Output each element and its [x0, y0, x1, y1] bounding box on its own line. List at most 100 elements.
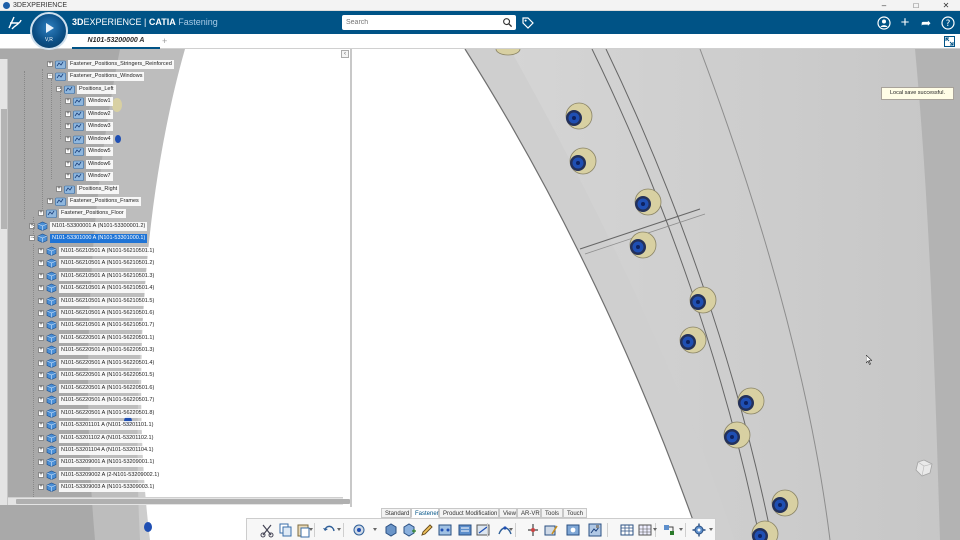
search-input[interactable]: [346, 16, 496, 29]
chevron-down-icon[interactable]: [373, 528, 377, 531]
expand-icon[interactable]: +: [29, 222, 35, 229]
expand-icon[interactable]: +: [38, 347, 44, 354]
expand-icon[interactable]: +: [38, 372, 44, 379]
tree-node-label[interactable]: Positions_Right: [77, 184, 120, 194]
tree-node[interactable]: + N101-56210501 A (N101-56210501.1): [38, 246, 278, 257]
fastener-1[interactable]: [565, 102, 593, 130]
tree-horizontal-scrollbar[interactable]: [8, 497, 350, 505]
expand-icon[interactable]: +: [47, 197, 53, 204]
tree-node[interactable]: − Fastener_Positions_Windows: [47, 71, 287, 82]
tree-node[interactable]: + N101-56220501 A (N101-56220501.3): [38, 345, 278, 356]
tree-node[interactable]: + Positions_Right: [56, 184, 296, 195]
tree-node-label[interactable]: N101-56220501 A (N101-56220501.3): [59, 346, 157, 356]
expand-icon[interactable]: +: [38, 434, 44, 441]
tree-node-label[interactable]: Fastener_Positions_Floor: [59, 209, 126, 219]
tree-node[interactable]: + N101-56210501 A (N101-56210501.4): [38, 283, 278, 294]
fastener-8[interactable]: [723, 421, 751, 449]
tree-node[interactable]: + N101-56210501 A (N101-56210501.7): [38, 320, 278, 331]
tab-ar-vr[interactable]: AR-VR: [517, 508, 541, 518]
tree-horizontal-scroll-thumb[interactable]: [16, 499, 350, 504]
tree-node-label[interactable]: N101-56220501 A (N101-56220501.4): [59, 358, 157, 368]
tree-node-label[interactable]: Window6: [86, 159, 113, 169]
tree-node-label[interactable]: Fastener_Positions_Stringers_Reinforced: [68, 60, 174, 69]
fastener-4[interactable]: [629, 231, 657, 259]
fullscreen-icon[interactable]: [944, 36, 955, 47]
expand-icon[interactable]: +: [65, 110, 71, 117]
tree-node[interactable]: − Positions_Left: [56, 84, 296, 95]
tree-node[interactable]: + N101-53201104 A (N101-53201104.1): [38, 445, 278, 456]
robot-icon[interactable]: [912, 456, 936, 478]
tree-node[interactable]: + Window4: [65, 134, 305, 145]
tree-node-label[interactable]: N101-53201102 A (N101-53201102.1): [59, 433, 156, 443]
tree-node[interactable]: + Window3: [65, 121, 305, 132]
tree-node[interactable]: + Window5: [65, 146, 305, 157]
specification-tree[interactable]: + Fastener_Positions_Stringers_Reinforced…: [0, 49, 352, 507]
tree-vertical-scrollbar[interactable]: [0, 59, 8, 505]
search-box[interactable]: [342, 15, 516, 30]
chevron-down-icon[interactable]: [309, 528, 313, 531]
tree-node[interactable]: + N101-53201101 A (N101-53201101.1): [38, 420, 278, 431]
tree-node-label[interactable]: Positions_Left: [77, 84, 116, 94]
tree-node-label[interactable]: N101-53201104 A (N101-53201104.1): [59, 445, 156, 455]
tree-node[interactable]: + Window1: [65, 96, 305, 107]
tree-node-label[interactable]: N101-53301000 A (N101-53301000.1): [50, 234, 148, 244]
measure-icon[interactable]: [525, 522, 541, 538]
expand-icon[interactable]: +: [56, 185, 62, 192]
tag-icon[interactable]: [521, 16, 535, 30]
tree-node[interactable]: + N101-53209002 A (2-N101-53209002.1): [38, 470, 278, 481]
expand-icon[interactable]: +: [38, 397, 44, 404]
expand-icon[interactable]: +: [38, 247, 44, 254]
tree-node-label[interactable]: N101-53209001 A (N101-53209001.1): [59, 458, 157, 468]
fastener-3[interactable]: [634, 188, 662, 216]
help-icon[interactable]: ?: [941, 16, 955, 30]
expand-icon[interactable]: +: [38, 446, 44, 453]
tree-node[interactable]: + Window2: [65, 109, 305, 120]
fastener-tools-icon[interactable]: [661, 522, 677, 538]
chevron-down-icon[interactable]: [679, 528, 683, 531]
tree-node-label[interactable]: N101-56210501 A (N101-56210501.7): [59, 321, 157, 331]
tree-vertical-scroll-thumb[interactable]: [1, 109, 7, 229]
tree-node[interactable]: + N101-56210501 A (N101-56210501.5): [38, 296, 278, 307]
tree-splitter[interactable]: [350, 49, 352, 507]
expand-icon[interactable]: +: [38, 285, 44, 292]
expand-icon[interactable]: +: [38, 384, 44, 391]
tree-node[interactable]: + N101-56210501 A (N101-56210501.6): [38, 308, 278, 319]
expand-icon[interactable]: +: [38, 459, 44, 466]
tree-node-label[interactable]: N101-56210501 A (N101-56210501.3): [59, 271, 157, 281]
compass-widget[interactable]: V,R: [30, 12, 68, 50]
expand-icon[interactable]: +: [38, 322, 44, 329]
tree-node[interactable]: + N101-56210501 A (N101-56210501.2): [38, 258, 278, 269]
cut-icon[interactable]: [259, 522, 275, 538]
expand-icon[interactable]: +: [65, 173, 71, 180]
tree-node-label[interactable]: N101-56220501 A (N101-56220501.8): [59, 408, 157, 418]
tree-node[interactable]: + Fastener_Positions_Stringers_Reinforced: [47, 59, 287, 70]
tree-node[interactable]: + N101-56220501 A (N101-56220501.6): [38, 383, 278, 394]
expand-icon[interactable]: +: [38, 422, 44, 429]
tree-node-label[interactable]: N101-53209002 A (2-N101-53209002.1): [59, 470, 162, 480]
tree-node[interactable]: + N101-53309003 A (N101-53309003.1): [38, 482, 278, 493]
tree-node-label[interactable]: N101-53201101 A (N101-53201101.1): [59, 421, 156, 431]
tab-standard[interactable]: Standard: [381, 508, 411, 518]
expand-icon[interactable]: +: [38, 272, 44, 279]
fastener-edit-icon[interactable]: [543, 522, 559, 538]
tree-node-label[interactable]: N101-56220501 A (N101-56220501.5): [59, 371, 157, 381]
fastener-projection-icon[interactable]: [475, 522, 491, 538]
search-icon[interactable]: [502, 17, 513, 28]
tab-touch[interactable]: Touch: [563, 508, 587, 518]
chevron-down-icon[interactable]: [337, 528, 341, 531]
tree-node-label[interactable]: N101-56220501 A (N101-56220501.6): [59, 383, 157, 393]
tree-node[interactable]: + Fastener_Positions_Floor: [38, 208, 278, 219]
tree-node-label[interactable]: N101-56220501 A (N101-56220501.7): [59, 396, 157, 406]
table-icon[interactable]: [619, 522, 635, 538]
expand-icon[interactable]: +: [65, 135, 71, 142]
fastener-batch-icon[interactable]: [457, 522, 473, 538]
tree-node-label[interactable]: N101-53309003 A (N101-53309003.1): [59, 483, 157, 493]
tab-tools[interactable]: Tools: [541, 508, 563, 518]
pencil-icon[interactable]: [419, 522, 435, 538]
expand-icon[interactable]: +: [47, 61, 53, 67]
tree-node-label[interactable]: Window5: [86, 147, 113, 157]
tree-node[interactable]: + Window7: [65, 171, 305, 182]
plus-icon[interactable]: +: [898, 15, 912, 30]
tree-node[interactable]: + N101-53201102 A (N101-53201102.1): [38, 433, 278, 444]
tree-node[interactable]: + N101-56220501 A (N101-56220501.1): [38, 333, 278, 344]
